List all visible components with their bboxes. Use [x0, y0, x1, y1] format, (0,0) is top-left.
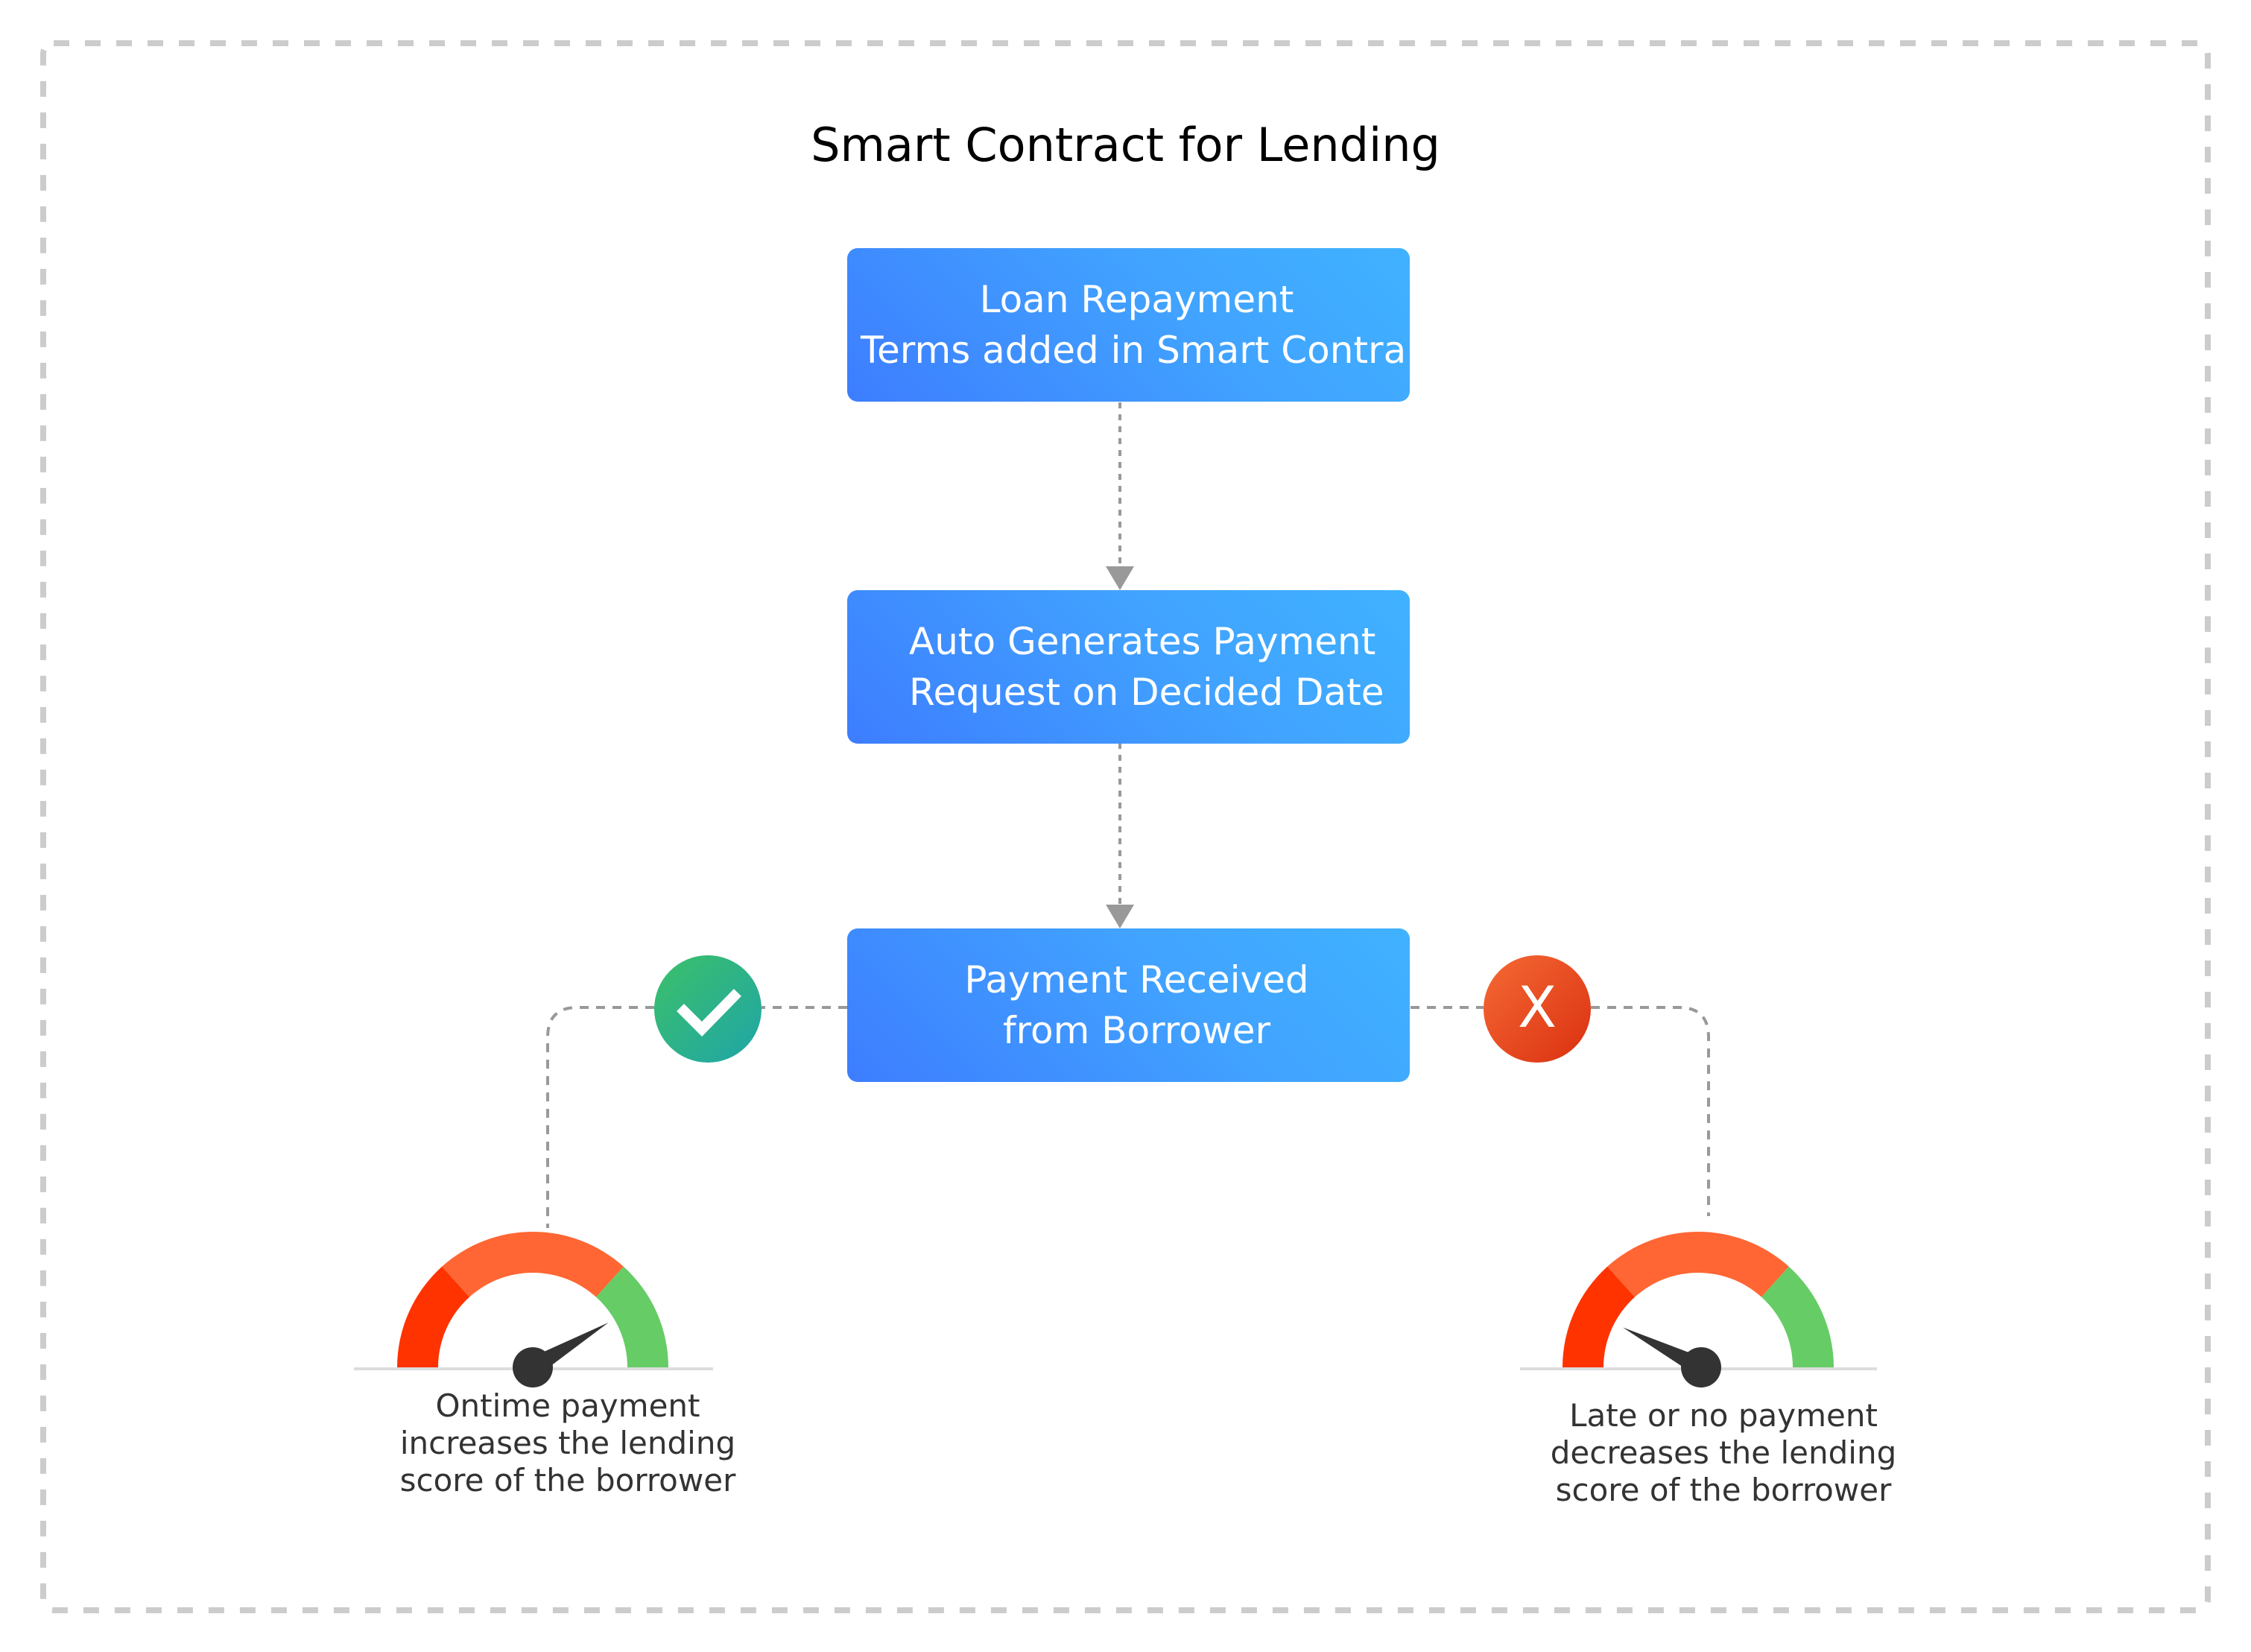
gauge-needle-hub	[1681, 1347, 1721, 1387]
x-icon: X	[1518, 974, 1557, 1040]
arrow-head-icon	[1106, 566, 1134, 590]
caption-line: decreases the lending	[1550, 1434, 1897, 1471]
step-auto-generate-request: Auto Generates Payment Request on Decide…	[847, 590, 1410, 744]
lending-score-gauge-increase	[354, 1232, 713, 1387]
lending-score-gauge-decrease	[1520, 1232, 1877, 1387]
success-caption: Ontime payment increases the lending sco…	[344, 1387, 791, 1499]
step-loan-repayment-terms: Loan Repayment Terms added in Smart Cont…	[847, 248, 1410, 402]
caption-line: score of the borrower	[1555, 1472, 1892, 1508]
diagram-title: Smart Contract for Lending	[811, 118, 1440, 172]
arrow-head-icon	[1106, 905, 1134, 928]
success-badge	[654, 955, 762, 1063]
step-text: Request on Decided Date	[909, 671, 1384, 714]
step-text: Terms added in Smart Contra	[861, 329, 1407, 372]
step-text: Payment Received	[964, 958, 1309, 1001]
caption-line: Ontime payment	[435, 1387, 700, 1424]
caption-line: Late or no payment	[1569, 1397, 1878, 1434]
step-text: Auto Generates Payment	[909, 620, 1376, 663]
gauge-segment-mid	[442, 1232, 624, 1297]
caption-line: score of the borrower	[399, 1462, 736, 1498]
step-text: Loan Repayment	[979, 278, 1294, 321]
failure-badge: X	[1484, 955, 1591, 1063]
failure-caption: Late or no payment decreases the lending…	[1500, 1397, 1947, 1509]
step-text: from Borrower	[1002, 1009, 1271, 1052]
caption-line: increases the lending	[399, 1425, 736, 1461]
gauge-needle-hub	[513, 1347, 553, 1387]
gauge-segment-mid	[1607, 1232, 1789, 1297]
step-payment-received: Payment Received from Borrower	[847, 928, 1410, 1082]
